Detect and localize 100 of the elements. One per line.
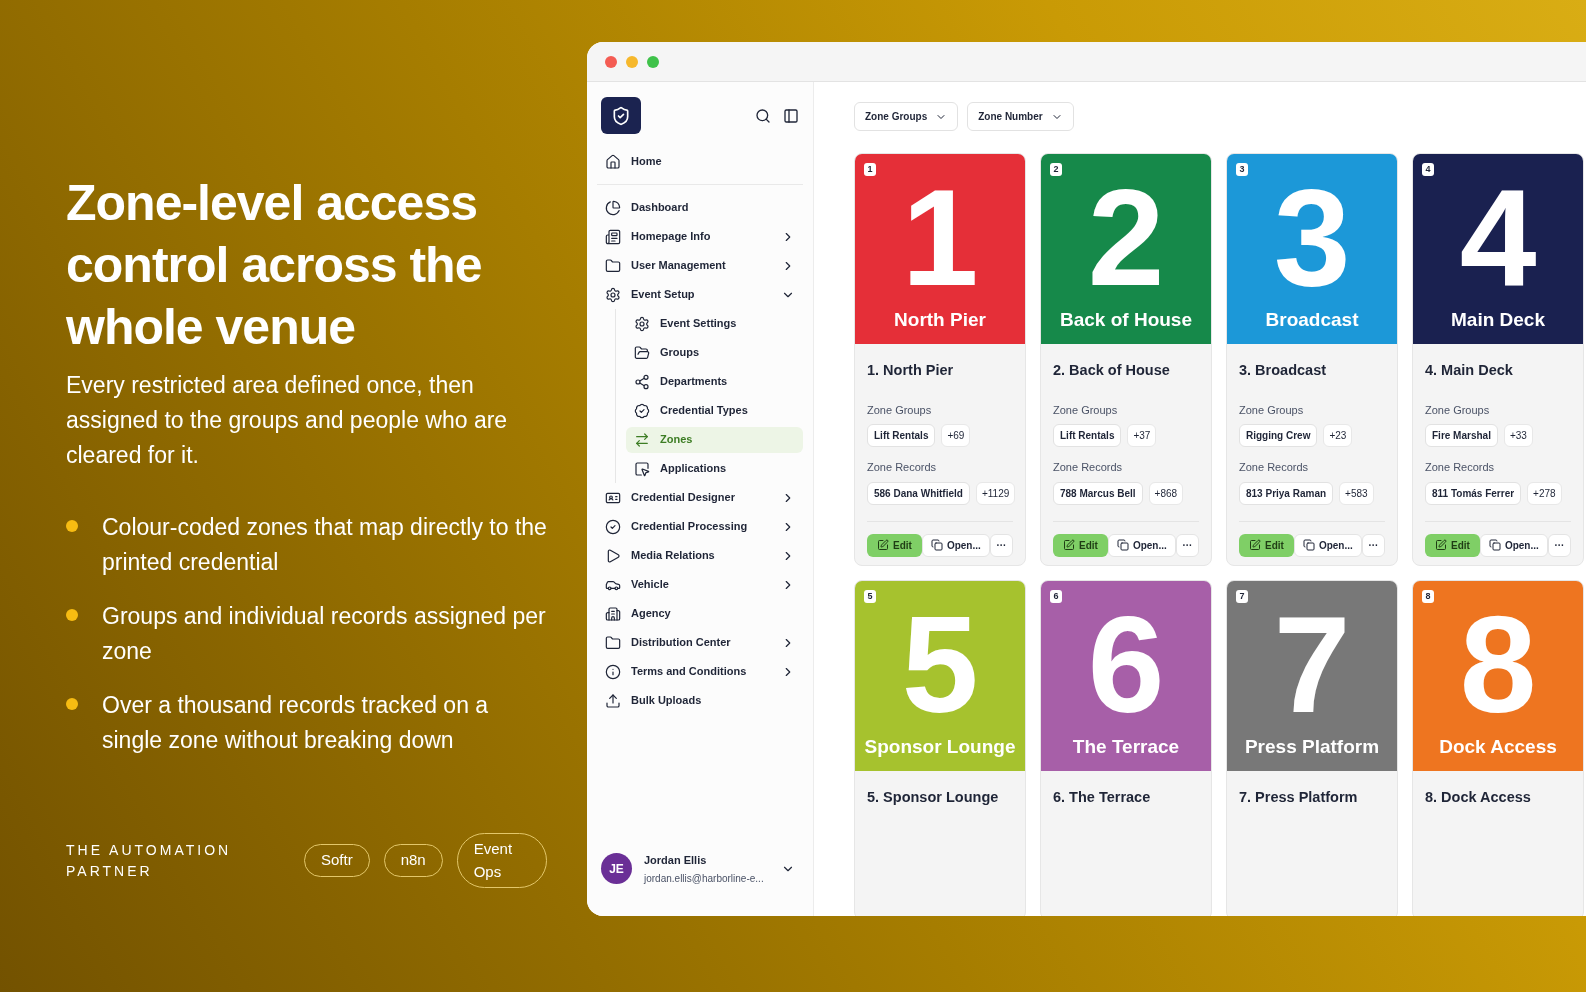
user-avatar: JE (601, 853, 632, 885)
bullet-text: Groups and individual records assigned per zone (102, 602, 547, 666)
sidebar-item[interactable]: Agency (597, 599, 803, 628)
sidebar-item[interactable]: Credential Designer (597, 483, 803, 512)
zone-banner-name: Main Deck (1451, 308, 1545, 332)
search-icon[interactable] (755, 107, 771, 124)
sidebar-subitem[interactable]: Groups (626, 339, 803, 366)
edit-button[interactable]: Edit (867, 533, 922, 557)
zone-title: 6. The Terrace (1053, 787, 1152, 807)
folder-icon (634, 344, 650, 361)
field-label: Zone Records (867, 460, 938, 476)
sidebar-item[interactable]: Home (597, 147, 803, 176)
sidebar-item[interactable]: Event Setup (597, 280, 803, 309)
sidebar-item[interactable]: User Management (597, 251, 803, 280)
zone-badge: 2 (1050, 163, 1062, 176)
zone-card[interactable]: 4 4 Main Deck 4. Main Deck Zone Groups Fire Marshal +33 Zone Records 811 Tomás Ferrer +278 Edit Open... ··· (1412, 153, 1584, 566)
more-button[interactable]: ··· (1175, 533, 1199, 557)
more-button[interactable]: ··· (989, 533, 1013, 557)
zone-card[interactable]: 3 3 Broadcast 3. Broadcast Zone Groups Rigging Crew +23 Zone Records 813 Priya Raman +583 Edit Open... ··· (1226, 153, 1398, 566)
field-label: Zone Records (1239, 460, 1310, 476)
zone-badge: 8 (1422, 589, 1434, 603)
zone-card[interactable]: 8 8 Dock Access 8. Dock Access (1412, 579, 1584, 916)
sidebar-subitem[interactable]: Event Settings (626, 310, 803, 337)
zone-badge: 3 (1236, 163, 1248, 176)
more-button[interactable]: ··· (1547, 533, 1571, 557)
sidebar-subitem[interactable]: Zones (626, 426, 803, 453)
filter-dropdown[interactable]: Zone Groups (854, 102, 959, 131)
copy-icon (1302, 539, 1315, 552)
value-chip: Rigging Crew (1239, 424, 1318, 448)
zone-badge: 7 (1236, 589, 1248, 603)
count-chip: +1129 (975, 481, 1016, 505)
zone-numeral: 5 (901, 594, 979, 733)
open-button[interactable]: Open... (921, 533, 990, 557)
zone-badge: 1 (864, 163, 876, 176)
open-button[interactable]: Open... (1479, 533, 1548, 557)
zone-card[interactable]: 6 6 The Terrace 6. The Terrace (1040, 579, 1212, 916)
sidebar-item[interactable]: Bulk Uploads (597, 686, 803, 715)
bullet-text: Over a thousand records tracked on a single zone without breaking down (102, 691, 490, 755)
edit-button[interactable]: Edit (1425, 533, 1480, 557)
filter-dropdown[interactable]: Zone Number (967, 102, 1074, 131)
folder-icon (605, 634, 621, 651)
sidebar-item[interactable]: Distribution Center (597, 628, 803, 657)
zone-badge: 4 (1422, 163, 1434, 176)
swap-arrows-icon (634, 431, 650, 448)
sidebar-item[interactable]: Media Relations (597, 541, 803, 570)
share-icon (634, 373, 650, 390)
sidebar-item[interactable]: Vehicle (597, 570, 803, 599)
count-chip: +278 (1527, 481, 1562, 505)
sidebar-item[interactable]: Terms and Conditions (597, 657, 803, 686)
partner-label: THE AUTOMATION PARTNER (66, 840, 233, 881)
upload-icon (605, 692, 621, 709)
check-circle-icon (605, 518, 621, 535)
zone-numeral: 2 (1087, 168, 1165, 306)
zone-badge: 5 (864, 589, 876, 603)
settings-icon (634, 315, 650, 332)
zone-card[interactable]: 5 5 Sponsor Lounge 5. Sponsor Lounge (854, 579, 1026, 916)
count-chip: +23 (1323, 424, 1353, 448)
sidebar-subitem[interactable]: Credential Types (626, 397, 803, 424)
edit-icon (1063, 539, 1075, 552)
pointer-icon (634, 460, 650, 477)
open-button[interactable]: Open... (1107, 533, 1176, 557)
more-button[interactable]: ··· (1361, 533, 1385, 557)
sidebar-subitem[interactable]: Departments (626, 368, 803, 395)
zone-numeral: 3 (1273, 168, 1351, 306)
zone-banner-name: Back of House (1060, 308, 1192, 332)
field-label: Zone Records (1053, 460, 1124, 476)
zone-card[interactable]: 1 1 North Pier 1. North Pier Zone Groups Lift Rentals +69 Zone Records 586 Dana Whitfield +1129 Edit Open... ··· (854, 153, 1026, 566)
field-label: Zone Groups (1053, 402, 1119, 418)
zone-numeral: 8 (1459, 594, 1537, 733)
zone-card[interactable]: 7 7 Press Platform 7. Press Platform (1226, 579, 1398, 916)
edit-button[interactable]: Edit (1053, 533, 1108, 557)
logo[interactable] (601, 97, 641, 134)
sidebar-item[interactable]: Credential Processing (597, 512, 803, 541)
badge-check-icon (634, 402, 650, 419)
copy-icon (930, 539, 943, 552)
sidebar-toggle-icon[interactable] (783, 107, 799, 124)
sidebar-subitem[interactable]: Applications (626, 455, 803, 482)
sidebar-item[interactable]: Homepage Info (597, 222, 803, 251)
count-chip: +33 (1503, 424, 1533, 448)
zone-title: 8. Dock Access (1425, 787, 1532, 807)
zone-card[interactable]: 2 2 Back of House 2. Back of House Zone Groups Lift Rentals +37 Zone Records 788 Marcus Bell +868 Edit Open... ··· (1040, 153, 1212, 566)
zone-title: 7. Press Platform (1239, 787, 1359, 807)
sidebar-item[interactable]: Dashboard (597, 193, 803, 222)
value-chip: 813 Priya Raman (1239, 481, 1334, 505)
shield-icon (611, 105, 631, 126)
hero-description: Every restricted area defined once, then assigned to the groups and people who are cleared for it. (66, 371, 509, 470)
play-icon (605, 547, 621, 564)
edit-button[interactable]: Edit (1239, 533, 1294, 557)
zone-numeral: 1 (901, 168, 979, 306)
edit-icon (1249, 539, 1261, 552)
count-chip: +69 (941, 424, 971, 448)
open-button[interactable]: Open... (1293, 533, 1362, 557)
value-chip: Fire Marshal (1425, 424, 1498, 448)
value-chip: 811 Tomás Ferrer (1425, 481, 1522, 505)
folder-icon (605, 257, 621, 274)
value-chip: 788 Marcus Bell (1053, 481, 1143, 505)
value-chip: Lift Rentals (1053, 424, 1122, 448)
building-icon (605, 605, 621, 622)
value-chip: Lift Rentals (867, 424, 936, 448)
value-chip: 586 Dana Whitfield (867, 481, 970, 505)
